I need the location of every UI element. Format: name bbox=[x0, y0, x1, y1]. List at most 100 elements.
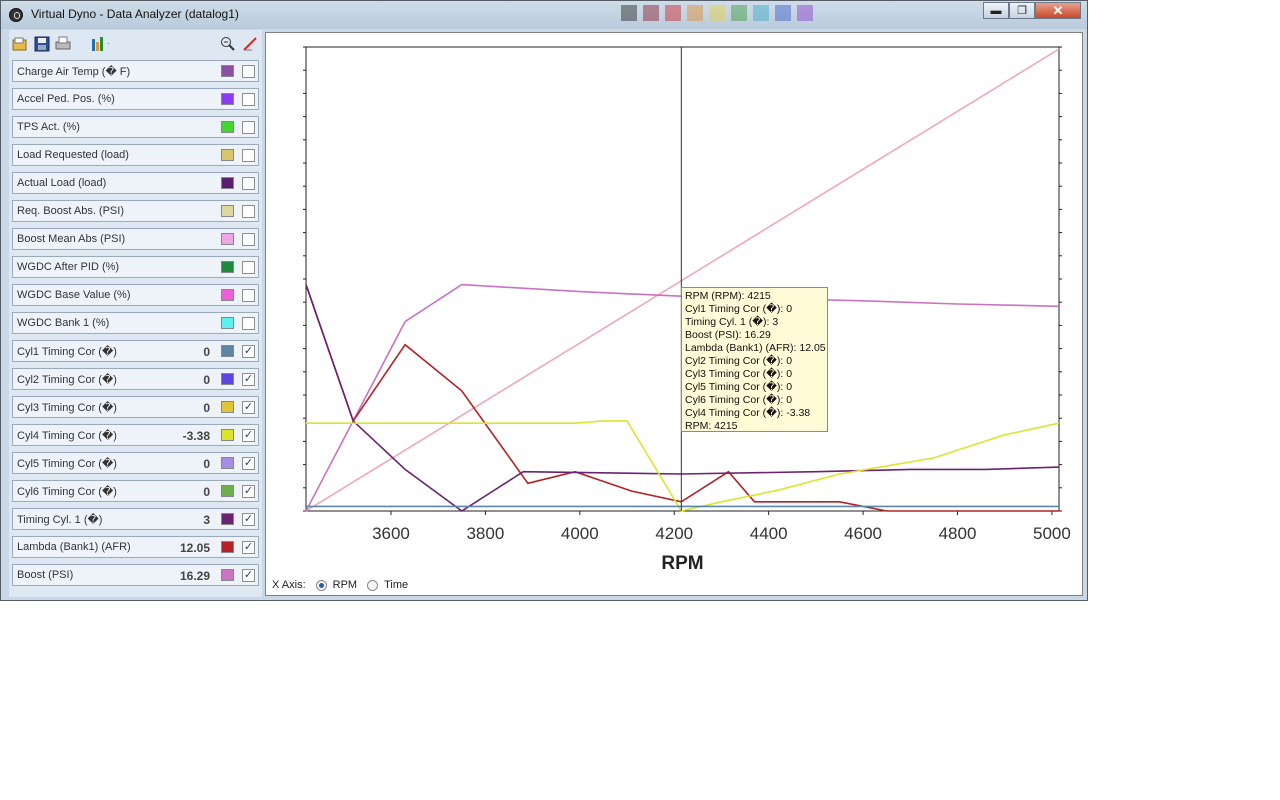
parameter-row[interactable]: WGDC Base Value (%) bbox=[12, 284, 259, 306]
parameter-row[interactable]: Cyl2 Timing Cor (�) 0 ✓ bbox=[12, 368, 259, 390]
background-swatches bbox=[621, 5, 813, 21]
color-swatch[interactable] bbox=[221, 233, 234, 245]
x-axis-title: RPM bbox=[661, 553, 703, 573]
parameter-row[interactable]: Cyl5 Timing Cor (�) 0 ✓ bbox=[12, 452, 259, 474]
color-swatch[interactable] bbox=[221, 317, 234, 329]
tooltip-line: Cyl4 Timing Cor (�): -3.38 bbox=[685, 407, 811, 419]
parameter-row[interactable]: Charge Air Temp (� F) bbox=[12, 60, 259, 82]
color-swatch[interactable] bbox=[221, 541, 234, 553]
visibility-checkbox[interactable]: ✓ bbox=[242, 541, 255, 554]
color-swatch[interactable] bbox=[221, 205, 234, 217]
minimize-button[interactable]: ▬ bbox=[983, 2, 1009, 19]
parameter-row[interactable]: Lambda (Bank1) (AFR) 12.05 ✓ bbox=[12, 536, 259, 558]
parameter-row[interactable]: Boost (PSI) 16.29 ✓ bbox=[12, 564, 259, 586]
app-icon[interactable] bbox=[9, 8, 23, 22]
parameter-label: Boost Mean Abs (PSI) bbox=[17, 233, 126, 245]
visibility-checkbox[interactable]: ✓ bbox=[242, 513, 255, 526]
tooltip-line: Cyl3 Timing Cor (�): 0 bbox=[685, 368, 793, 380]
color-swatch[interactable] bbox=[221, 429, 234, 441]
color-swatch[interactable] bbox=[221, 569, 234, 581]
parameter-label: Charge Air Temp (� F) bbox=[17, 66, 131, 78]
parameter-value: 0 bbox=[203, 373, 210, 387]
save-icon[interactable] bbox=[33, 35, 51, 53]
parameter-label: WGDC Base Value (%) bbox=[17, 289, 131, 301]
app-window: Virtual Dyno - Data Analyzer (datalog1) … bbox=[0, 0, 1088, 601]
parameter-row[interactable]: Actual Load (load) bbox=[12, 172, 259, 194]
parameter-value: 0 bbox=[203, 401, 210, 415]
parameter-row[interactable]: Cyl4 Timing Cor (�) -3.38 ✓ bbox=[12, 424, 259, 446]
color-swatch[interactable] bbox=[221, 149, 234, 161]
color-swatch[interactable] bbox=[221, 261, 234, 273]
parameter-row[interactable]: Cyl1 Timing Cor (�) 0 ✓ bbox=[12, 340, 259, 362]
parameter-label: Boost (PSI) bbox=[17, 569, 74, 581]
time-radio-label[interactable]: Time bbox=[384, 579, 408, 591]
color-swatch[interactable] bbox=[221, 121, 234, 133]
visibility-checkbox[interactable] bbox=[242, 261, 255, 274]
rpm-chart[interactable]: 3600 3800 4000 4200 4400 4600 4800 5000 RPM bbox=[266, 33, 1082, 573]
color-swatch[interactable] bbox=[221, 401, 234, 413]
parameter-label: Cyl2 Timing Cor (�) bbox=[17, 374, 117, 386]
parameter-row[interactable]: Boost Mean Abs (PSI) bbox=[12, 228, 259, 250]
parameter-panel: Charge Air Temp (� F) Accel Ped. Pos. (%)… bbox=[9, 30, 262, 597]
visibility-checkbox[interactable] bbox=[242, 289, 255, 302]
color-swatch[interactable] bbox=[221, 457, 234, 469]
parameter-label: Cyl5 Timing Cor (�) bbox=[17, 458, 117, 470]
parameter-label: Lambda (Bank1) (AFR) bbox=[17, 541, 131, 553]
visibility-checkbox[interactable] bbox=[242, 149, 255, 162]
visibility-checkbox[interactable]: ✓ bbox=[242, 401, 255, 414]
parameter-value: 0 bbox=[203, 457, 210, 471]
print-icon[interactable] bbox=[55, 35, 73, 53]
color-swatch[interactable] bbox=[221, 177, 234, 189]
visibility-checkbox[interactable] bbox=[242, 317, 255, 330]
tooltip-line: Cyl6 Timing Cor (�): 0 bbox=[685, 394, 793, 406]
visibility-checkbox[interactable] bbox=[242, 205, 255, 218]
color-swatch[interactable] bbox=[221, 345, 234, 357]
visibility-checkbox[interactable]: ✓ bbox=[242, 485, 255, 498]
parameter-row[interactable]: Cyl3 Timing Cor (�) 0 ✓ bbox=[12, 396, 259, 418]
visibility-checkbox[interactable]: ✓ bbox=[242, 429, 255, 442]
visibility-checkbox[interactable] bbox=[242, 65, 255, 78]
visibility-checkbox[interactable] bbox=[242, 233, 255, 246]
visibility-checkbox[interactable]: ✓ bbox=[242, 373, 255, 386]
zoom-icon[interactable] bbox=[219, 35, 237, 53]
tooltip-line: RPM (RPM): 4215 bbox=[685, 290, 771, 302]
parameter-row[interactable]: TPS Act. (%) bbox=[12, 116, 259, 138]
color-swatch[interactable] bbox=[221, 485, 234, 497]
visibility-checkbox[interactable] bbox=[242, 93, 255, 106]
chart-panel[interactable]: 3600 3800 4000 4200 4400 4600 4800 5000 RPM RPM … bbox=[265, 32, 1083, 596]
data-tooltip: RPM (RPM): 4215 Cyl1 Timing Cor (�): 0 Tim… bbox=[681, 287, 828, 432]
rpm-radio-label[interactable]: RPM bbox=[333, 579, 357, 591]
visibility-checkbox[interactable]: ✓ bbox=[242, 457, 255, 470]
open-icon[interactable] bbox=[11, 35, 29, 53]
color-swatch[interactable] bbox=[221, 93, 234, 105]
parameter-row[interactable]: Load Requested (load) bbox=[12, 144, 259, 166]
visibility-checkbox[interactable] bbox=[242, 121, 255, 134]
color-swatch[interactable] bbox=[221, 65, 234, 77]
toolbar bbox=[9, 32, 262, 56]
chart-options-icon[interactable] bbox=[91, 35, 109, 53]
visibility-checkbox[interactable] bbox=[242, 177, 255, 190]
parameter-row[interactable]: Timing Cyl. 1 (�) 3 ✓ bbox=[12, 508, 259, 530]
clear-icon[interactable] bbox=[241, 35, 259, 53]
visibility-checkbox[interactable]: ✓ bbox=[242, 345, 255, 358]
color-swatch[interactable] bbox=[221, 513, 234, 525]
parameter-label: WGDC Bank 1 (%) bbox=[17, 317, 110, 329]
close-button[interactable]: ✕ bbox=[1035, 2, 1081, 19]
parameter-value: 0 bbox=[203, 345, 210, 359]
parameter-row[interactable]: WGDC Bank 1 (%) bbox=[12, 312, 259, 334]
parameter-row[interactable]: Accel Ped. Pos. (%) bbox=[12, 88, 259, 110]
parameter-row[interactable]: Req. Boost Abs. (PSI) bbox=[12, 200, 259, 222]
tooltip-line: Boost (PSI): 16.29 bbox=[685, 329, 771, 341]
maximize-button[interactable]: ❐ bbox=[1009, 2, 1035, 19]
time-radio[interactable] bbox=[367, 579, 379, 591]
x-axis-mode-label: X Axis: bbox=[272, 579, 306, 591]
rpm-radio[interactable] bbox=[315, 579, 327, 591]
x-tick-label: 3600 bbox=[372, 524, 410, 543]
parameter-label: TPS Act. (%) bbox=[17, 121, 80, 133]
parameter-row[interactable]: Cyl6 Timing Cor (�) 0 ✓ bbox=[12, 480, 259, 502]
parameter-row[interactable]: WGDC After PID (%) bbox=[12, 256, 259, 278]
visibility-checkbox[interactable]: ✓ bbox=[242, 569, 255, 582]
tooltip-line: Lambda (Bank1) (AFR): 12.05 bbox=[685, 342, 826, 354]
color-swatch[interactable] bbox=[221, 373, 234, 385]
color-swatch[interactable] bbox=[221, 289, 234, 301]
